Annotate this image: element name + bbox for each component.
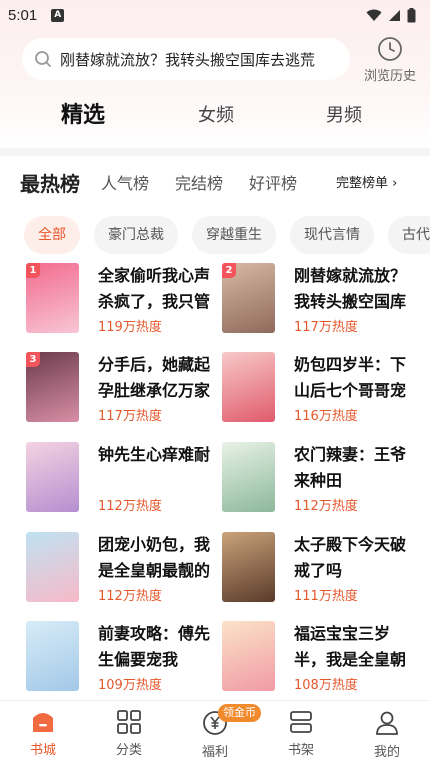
category-icon xyxy=(117,710,141,734)
book-heat: 112万热度 xyxy=(98,589,162,604)
tab-rated[interactable]: 好评榜 xyxy=(249,166,297,202)
book-heat: 117万热度 xyxy=(294,320,358,335)
section-divider xyxy=(0,148,430,156)
notification-icon: A xyxy=(51,8,65,22)
book-cover[interactable] xyxy=(222,442,275,512)
coin-badge[interactable]: 领金币 xyxy=(218,704,261,722)
nav-profile[interactable]: 我的 xyxy=(357,701,417,764)
signal-icon xyxy=(389,9,400,21)
book-title[interactable]: 太子殿下今天破戒了吗 xyxy=(294,532,412,584)
nav-label: 分类 xyxy=(115,743,142,758)
tab-female[interactable]: 女频 xyxy=(198,96,234,136)
book-heat: 112万热度 xyxy=(294,499,358,514)
book-title[interactable]: 奶包四岁半：下山后七个哥哥宠上天 xyxy=(294,352,412,404)
tab-selected[interactable]: 精选 xyxy=(61,96,105,136)
status-bar: 5:01 A xyxy=(0,0,430,30)
chip-ancient[interactable]: 古代 xyxy=(388,216,430,254)
nav-label: 福利 xyxy=(201,745,228,760)
book-cover[interactable] xyxy=(26,532,79,602)
profile-icon xyxy=(376,711,398,735)
book-cover[interactable] xyxy=(222,621,275,691)
book-title[interactable]: 全家偷听我心声杀疯了，我只管吃奶 xyxy=(98,263,216,315)
nav-label: 我的 xyxy=(373,745,400,760)
tab-male[interactable]: 男频 xyxy=(326,96,362,136)
status-time: 5:01 xyxy=(8,6,38,24)
clock-icon xyxy=(378,37,402,61)
book-item[interactable]: 前妻攻略：傅先生偏要宠我 109万热度 xyxy=(26,621,226,701)
book-title[interactable]: 刚替嫁就流放？我转头搬空国库去逃荒 xyxy=(294,263,412,315)
book-heat: 119万热度 xyxy=(98,320,162,335)
search-icon xyxy=(35,51,51,67)
book-cover[interactable]: 2 xyxy=(222,263,275,333)
bottom-nav: 书城 分类 福利 书架 我的 xyxy=(0,700,430,764)
rank-badge: 3 xyxy=(26,352,40,367)
category-filter: 全部 豪门总裁 穿越重生 现代言情 古代 xyxy=(24,216,430,254)
tab-completed[interactable]: 完结榜 xyxy=(175,166,223,202)
chip-rebirth[interactable]: 穿越重生 xyxy=(192,216,276,254)
book-item[interactable]: 奶包四岁半：下山后七个哥哥宠上天 116万热度 xyxy=(222,352,422,432)
wifi-icon xyxy=(366,9,382,21)
history-label: 浏览历史 xyxy=(363,69,416,84)
book-cover[interactable] xyxy=(222,352,275,422)
book-item[interactable]: 福运宝宝三岁半，我是全皇朝的团宠 108万热度 xyxy=(222,621,422,701)
book-cover[interactable]: 1 xyxy=(26,263,79,333)
book-item[interactable]: 2 刚替嫁就流放？我转头搬空国库去逃荒 117万热度 xyxy=(222,263,422,343)
ranking-tabs: 最热榜 人气榜 完结榜 好评榜 完整榜单 › xyxy=(0,166,430,202)
book-item[interactable]: 钟先生心痒难耐 112万热度 xyxy=(26,442,226,522)
book-item[interactable]: 1 全家偷听我心声杀疯了，我只管吃奶 119万热度 xyxy=(26,263,226,343)
book-item[interactable]: 3 分手后，她藏起孕肚继承亿万家产 117万热度 xyxy=(26,352,226,432)
book-heat: 108万热度 xyxy=(294,678,358,693)
search-bar[interactable]: 刚替嫁就流放？我转头搬空国库去逃荒 xyxy=(22,38,350,80)
book-item[interactable]: 团宠小奶包，我是全皇朝最靓的崽 112万热度 xyxy=(26,532,226,612)
battery-icon xyxy=(407,7,416,22)
channel-tabs: 精选 女频 男频 xyxy=(0,96,430,136)
nav-bookstore[interactable]: 书城 xyxy=(13,701,73,764)
bookshelf-icon xyxy=(290,711,312,733)
book-item[interactable]: 农门辣妻：王爷来种田 112万热度 xyxy=(222,442,422,522)
book-cover[interactable] xyxy=(222,532,275,602)
book-cover[interactable] xyxy=(26,621,79,691)
book-title[interactable]: 分手后，她藏起孕肚继承亿万家产 xyxy=(98,352,216,404)
book-heat: 111万热度 xyxy=(294,589,358,604)
chip-all[interactable]: 全部 xyxy=(24,216,80,254)
rank-badge: 1 xyxy=(26,263,40,278)
full-ranking-link[interactable]: 完整榜单 › xyxy=(336,166,397,202)
nav-category[interactable]: 分类 xyxy=(99,701,159,764)
search-input[interactable]: 刚替嫁就流放？我转头搬空国库去逃荒 xyxy=(60,49,315,70)
book-cover[interactable]: 3 xyxy=(26,352,79,422)
book-title[interactable]: 福运宝宝三岁半，我是全皇朝的团宠 xyxy=(294,621,412,673)
history-button[interactable]: 浏览历史 xyxy=(358,36,422,86)
book-heat: 109万热度 xyxy=(98,678,162,693)
book-heat: 116万热度 xyxy=(294,409,358,424)
book-title[interactable]: 钟先生心痒难耐 xyxy=(98,442,216,494)
book-title[interactable]: 前妻攻略：傅先生偏要宠我 xyxy=(98,621,216,673)
chip-ceo[interactable]: 豪门总裁 xyxy=(94,216,178,254)
book-heat: 117万热度 xyxy=(98,409,162,424)
tab-hottest[interactable]: 最热榜 xyxy=(20,166,80,202)
rank-badge: 2 xyxy=(222,263,236,278)
book-title[interactable]: 团宠小奶包，我是全皇朝最靓的崽 xyxy=(98,532,216,584)
nav-label: 书架 xyxy=(287,743,314,758)
book-heat: 112万热度 xyxy=(98,499,162,514)
tab-popularity[interactable]: 人气榜 xyxy=(101,166,149,202)
bookstore-icon xyxy=(33,713,53,732)
book-item[interactable]: 太子殿下今天破戒了吗 111万热度 xyxy=(222,532,422,612)
nav-label: 书城 xyxy=(29,743,56,758)
book-cover[interactable] xyxy=(26,442,79,512)
book-title[interactable]: 农门辣妻：王爷来种田 xyxy=(294,442,412,494)
chip-modern-romance[interactable]: 现代言情 xyxy=(290,216,374,254)
nav-bookshelf[interactable]: 书架 xyxy=(271,701,331,764)
